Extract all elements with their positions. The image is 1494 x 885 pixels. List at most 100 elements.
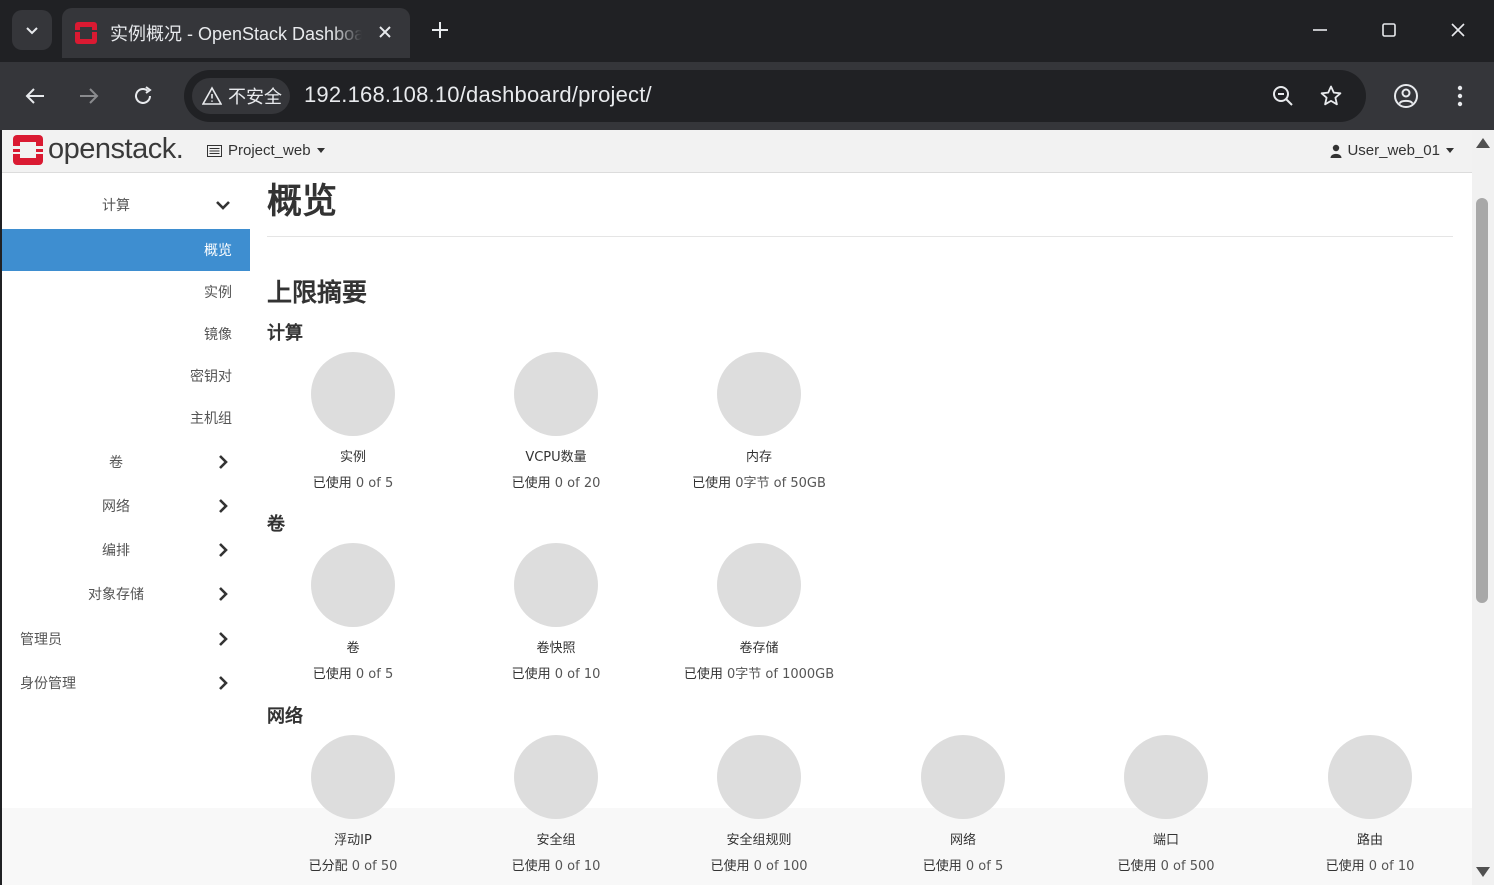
- reload-icon: [135, 86, 152, 104]
- quota-usage: 已使用 0字节 of 1000GB: [659, 663, 859, 682]
- minimize-icon: [1313, 29, 1327, 31]
- sidebar-item-server-groups[interactable]: 主机组: [2, 397, 250, 439]
- quota-label: 浮动IP: [334, 833, 372, 848]
- quota-pie-chart: [1124, 735, 1208, 819]
- browser-tab-bar: 实例概况 - OpenStack Dashboard: [0, 0, 1494, 62]
- quota-label: VCPU数量: [525, 450, 587, 465]
- bookmark-button[interactable]: [1317, 82, 1345, 110]
- chevron-right-icon: [219, 499, 228, 513]
- chevron-right-icon: [219, 587, 228, 601]
- star-icon: [1320, 85, 1342, 106]
- quota-label: 端口: [1152, 833, 1179, 848]
- sidebar-item-admin[interactable]: 管理员: [2, 618, 250, 660]
- quota-usage-value: 0 of 5: [355, 476, 394, 491]
- browser-toolbar: 不安全 192.168.108.10/dashboard/project/: [0, 62, 1494, 130]
- tab-search-button[interactable]: [12, 10, 52, 50]
- url-text: 192.168.108.10/dashboard/project/: [304, 82, 652, 107]
- quota-label: 实例: [339, 450, 366, 465]
- close-icon: [1451, 23, 1465, 37]
- quota-label: 路由: [1356, 833, 1383, 848]
- sidebar-item-label: 主机组: [190, 411, 232, 427]
- tab-close-button[interactable]: [374, 21, 396, 43]
- quota-label: 安全组: [536, 833, 576, 848]
- maximize-button[interactable]: [1369, 12, 1409, 48]
- sidebar-item-label: 实例: [204, 285, 232, 301]
- quota-usage-prefix: 已使用: [922, 859, 962, 874]
- quota-usage-value: 0 of 10: [554, 667, 601, 682]
- quota-label: 内存: [745, 450, 772, 465]
- sidebar-item-network[interactable]: 网络: [2, 485, 250, 527]
- sidebar-item-compute[interactable]: 计算: [2, 184, 250, 226]
- quota-usage-prefix: 已分配: [308, 859, 348, 874]
- browser-menu-button[interactable]: [1442, 78, 1478, 114]
- project-dropdown[interactable]: Project_web: [207, 142, 325, 159]
- sidebar-item-overview[interactable]: 概览: [2, 229, 250, 271]
- sidebar-item-images[interactable]: 镜像: [2, 313, 250, 355]
- quota-usage: 已使用 0字节 of 50GB: [659, 472, 859, 491]
- sidebar-item-volumes[interactable]: 卷: [2, 441, 250, 483]
- quota-usage-value: 0 of 500: [1160, 859, 1215, 874]
- minimize-button[interactable]: [1300, 12, 1340, 48]
- security-label: 不安全: [228, 87, 282, 107]
- page-title: 概览: [267, 182, 338, 222]
- sidebar-item-keypairs[interactable]: 密钥对: [2, 355, 250, 397]
- sidebar-item-identity[interactable]: 身份管理: [2, 662, 250, 704]
- address-bar[interactable]: 不安全 192.168.108.10/dashboard/project/: [184, 70, 1366, 122]
- close-icon: [379, 26, 391, 38]
- quota-usage-prefix: 已使用: [511, 859, 551, 874]
- sidebar-item-label: 卷: [109, 455, 123, 471]
- quota-pie-chart: [514, 543, 598, 627]
- quota-label: 卷: [346, 641, 360, 656]
- quota-pie-chart: [1328, 735, 1412, 819]
- quota-usage-value: 0 of 20: [554, 476, 601, 491]
- reload-button[interactable]: [125, 78, 161, 114]
- quota-pie-chart: [717, 543, 801, 627]
- sidebar-item-orchestration[interactable]: 编排: [2, 529, 250, 571]
- quota-pie-chart: [311, 352, 395, 436]
- section-heading-volume: 卷: [267, 514, 285, 535]
- sidebar: 计算 概览 实例 镜像 密钥对 主机组 卷 网络 编排 对象存储 管理员 身份管…: [2, 173, 250, 885]
- new-tab-button[interactable]: [426, 16, 454, 44]
- quota-usage: 已使用 0 of 10: [1270, 855, 1470, 874]
- zoom-out-icon: [1273, 86, 1293, 106]
- sidebar-item-object-store[interactable]: 对象存储: [2, 573, 250, 615]
- quota-usage-value: 0 of 5: [965, 859, 1004, 874]
- quota-pie-chart: [717, 352, 801, 436]
- title-divider: [267, 236, 1453, 237]
- chevron-right-icon: [219, 543, 228, 557]
- web-page: openstack. Project_web User_web_01 计算 概览…: [2, 130, 1472, 885]
- chevron-right-icon: [219, 455, 228, 469]
- zoom-button[interactable]: [1269, 82, 1297, 110]
- window-close-button[interactable]: [1438, 12, 1478, 48]
- user-dropdown[interactable]: User_web_01: [1330, 142, 1454, 159]
- page-scrollbar[interactable]: [1472, 130, 1494, 885]
- scroll-down-arrow-icon[interactable]: [1476, 867, 1490, 877]
- back-button[interactable]: [17, 78, 53, 114]
- quota-usage-value: 0字节 of 50GB: [735, 476, 826, 491]
- security-indicator[interactable]: 不安全: [192, 78, 290, 114]
- quota-usage-prefix: 已使用: [683, 667, 723, 682]
- quota-pie-chart: [311, 735, 395, 819]
- sidebar-item-instances[interactable]: 实例: [2, 271, 250, 313]
- quota-usage-value: 0字节 of 1000GB: [727, 667, 835, 682]
- maximize-icon: [1382, 23, 1396, 37]
- forward-button[interactable]: [71, 78, 107, 114]
- warning-triangle-icon: [202, 86, 222, 105]
- openstack-logo[interactable]: openstack.: [12, 133, 184, 166]
- user-icon: [1330, 144, 1342, 158]
- scroll-thumb[interactable]: [1476, 198, 1488, 603]
- dashboard-top-nav: openstack. Project_web User_web_01: [2, 130, 1472, 173]
- quota-usage: 已使用 0 of 5: [253, 663, 453, 682]
- sidebar-item-label: 身份管理: [20, 676, 76, 692]
- sidebar-item-label: 概览: [204, 243, 232, 259]
- chevron-down-icon: [26, 27, 38, 35]
- quota-usage: 已使用 0 of 10: [456, 855, 656, 874]
- scroll-up-arrow-icon[interactable]: [1476, 138, 1490, 148]
- sidebar-item-label: 镜像: [204, 327, 232, 343]
- section-heading-compute: 计算: [267, 323, 303, 344]
- profile-button[interactable]: [1388, 78, 1424, 114]
- quota-usage: 已使用 0 of 5: [253, 472, 453, 491]
- browser-tab-active[interactable]: 实例概况 - OpenStack Dashboard: [62, 8, 410, 58]
- quota-usage-prefix: 已使用: [710, 859, 750, 874]
- arrow-left-icon: [25, 88, 44, 104]
